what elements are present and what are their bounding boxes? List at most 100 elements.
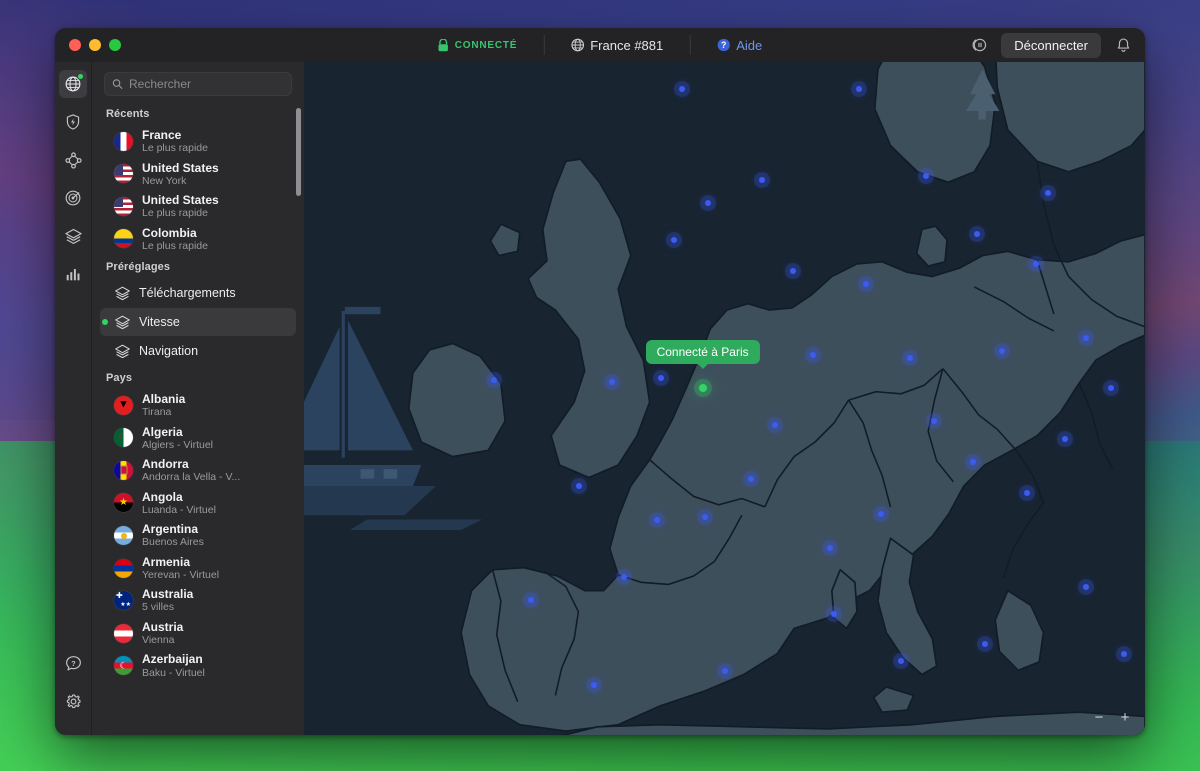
map-canvas[interactable]: Connecté à Paris − + bbox=[304, 62, 1145, 735]
server-node[interactable] bbox=[862, 281, 869, 288]
list-item-city: Buenos Aires bbox=[142, 536, 204, 549]
server-node[interactable] bbox=[658, 375, 665, 382]
sidebar-item-dark-web-monitor[interactable] bbox=[59, 184, 87, 212]
disconnect-button[interactable]: Déconnecter bbox=[1001, 32, 1101, 58]
maximize-button[interactable] bbox=[109, 39, 121, 51]
server-node[interactable] bbox=[704, 200, 711, 207]
server-node[interactable] bbox=[982, 641, 989, 648]
server-selector[interactable]: France #881 bbox=[543, 35, 689, 55]
help-link[interactable]: ? Aide bbox=[689, 35, 788, 55]
layers-icon bbox=[115, 286, 130, 300]
server-node[interactable] bbox=[930, 418, 937, 425]
server-node[interactable] bbox=[620, 573, 627, 580]
server-node[interactable] bbox=[809, 351, 816, 358]
map-zoom-controls: − + bbox=[1091, 709, 1133, 726]
server-node[interactable] bbox=[679, 85, 686, 92]
list-item-city: Algiers - Virtuel bbox=[142, 438, 213, 451]
server-node[interactable] bbox=[856, 85, 863, 92]
server-node[interactable] bbox=[790, 267, 797, 274]
list-item-country: France bbox=[142, 128, 182, 142]
server-node[interactable] bbox=[1120, 651, 1127, 658]
sidebar-item-statistics[interactable] bbox=[59, 260, 87, 288]
minimize-button[interactable] bbox=[89, 39, 101, 51]
section-header-presets: Préréglages bbox=[106, 261, 171, 274]
server-node[interactable] bbox=[671, 237, 678, 244]
server-node[interactable] bbox=[591, 681, 598, 688]
connected-location-marker[interactable] bbox=[698, 383, 707, 392]
server-node[interactable] bbox=[702, 513, 709, 520]
server-node[interactable] bbox=[1024, 489, 1031, 496]
server-node[interactable] bbox=[830, 610, 837, 617]
app-window: CONNECTÉ France #881 ? Aide Déconnecter … bbox=[55, 28, 1145, 735]
bell-icon[interactable] bbox=[1111, 33, 1135, 57]
sidebar-scroll-area[interactable]: Récents France Le plus rapide United State… bbox=[92, 102, 304, 735]
list-item[interactable]: Argentina Buenos Aires bbox=[100, 519, 296, 552]
list-item[interactable]: ▼ Albania Tirana bbox=[100, 389, 296, 422]
server-node[interactable] bbox=[528, 597, 535, 604]
server-node[interactable] bbox=[973, 230, 980, 237]
server-node[interactable] bbox=[1083, 583, 1090, 590]
server-node[interactable] bbox=[491, 376, 498, 383]
search-input[interactable] bbox=[129, 77, 284, 91]
preset-item[interactable]: Navigation bbox=[100, 337, 296, 365]
server-node[interactable] bbox=[906, 355, 913, 362]
sidebar-item-help[interactable]: ? bbox=[59, 649, 87, 677]
list-item[interactable]: United States New York bbox=[100, 158, 296, 191]
sidebar-item-globe[interactable] bbox=[59, 70, 87, 98]
flag-icon: ✚ ★★ bbox=[114, 591, 133, 611]
preset-item[interactable]: Vitesse bbox=[100, 308, 296, 337]
preset-item[interactable]: Téléchargements bbox=[100, 279, 296, 307]
list-item[interactable]: ☾ Algeria Algiers - Virtuel bbox=[100, 422, 296, 455]
zoom-in-button[interactable]: + bbox=[1117, 709, 1133, 726]
server-node[interactable] bbox=[877, 511, 884, 518]
server-node[interactable] bbox=[771, 422, 778, 429]
server-node[interactable] bbox=[608, 378, 615, 385]
pause-timer-icon[interactable] bbox=[967, 33, 991, 57]
svg-text:?: ? bbox=[721, 40, 726, 50]
flag-icon bbox=[114, 623, 133, 643]
list-item[interactable]: Andorra Andorra la Vella - V... bbox=[100, 454, 296, 487]
server-node[interactable] bbox=[1108, 385, 1115, 392]
search-box[interactable] bbox=[104, 72, 292, 96]
sidebar-item-threat-protection[interactable] bbox=[59, 108, 87, 136]
zoom-out-button[interactable]: − bbox=[1091, 709, 1107, 726]
server-node[interactable] bbox=[999, 348, 1006, 355]
flag-icon: ▼ bbox=[114, 395, 133, 415]
server-node[interactable] bbox=[748, 476, 755, 483]
server-node[interactable] bbox=[969, 459, 976, 466]
server-node[interactable] bbox=[826, 544, 833, 551]
preset-label: Navigation bbox=[139, 344, 199, 359]
flag-icon bbox=[114, 526, 133, 546]
search-icon bbox=[112, 79, 123, 89]
close-button[interactable] bbox=[69, 39, 81, 51]
server-node[interactable] bbox=[721, 668, 728, 675]
shield-bolt-icon bbox=[66, 114, 80, 130]
sidebar-scrollbar[interactable] bbox=[296, 108, 301, 196]
server-node[interactable] bbox=[1062, 435, 1069, 442]
list-item[interactable]: Colombia Le plus rapide bbox=[100, 223, 296, 256]
layers-icon bbox=[115, 344, 130, 358]
list-item[interactable]: ★ Angola Luanda - Virtuel bbox=[100, 487, 296, 520]
list-item[interactable]: Armenia Yerevan - Virtuel bbox=[100, 552, 296, 585]
connection-status: CONNECTÉ bbox=[412, 35, 544, 55]
server-node[interactable] bbox=[1083, 334, 1090, 341]
list-item[interactable]: United States Le plus rapide bbox=[100, 190, 296, 223]
list-item-country: Australia bbox=[142, 587, 194, 602]
server-node[interactable] bbox=[898, 657, 905, 664]
server-node[interactable] bbox=[1045, 190, 1052, 197]
server-node[interactable] bbox=[759, 176, 766, 183]
list-item-city: Tirana bbox=[142, 406, 172, 419]
sidebar-item-presets[interactable] bbox=[59, 222, 87, 250]
server-node[interactable] bbox=[576, 482, 582, 489]
list-item[interactable]: ☾ Azerbaijan Baku - Virtuel bbox=[100, 649, 296, 682]
list-item[interactable]: ✚ ★★ Australia 5 villes bbox=[100, 584, 296, 617]
list-item[interactable]: Austria Vienna bbox=[100, 617, 296, 650]
sidebar-item-settings[interactable] bbox=[59, 687, 87, 715]
presets-list: Téléchargements Vitesse Navigation bbox=[92, 279, 304, 365]
list-item[interactable]: France Le plus rapide bbox=[100, 125, 296, 158]
server-node[interactable] bbox=[923, 173, 930, 180]
sidebar-item-meshnet[interactable] bbox=[59, 146, 87, 174]
server-node[interactable] bbox=[1032, 260, 1039, 267]
server-label: France #881 bbox=[590, 37, 664, 53]
server-node[interactable] bbox=[654, 516, 661, 523]
